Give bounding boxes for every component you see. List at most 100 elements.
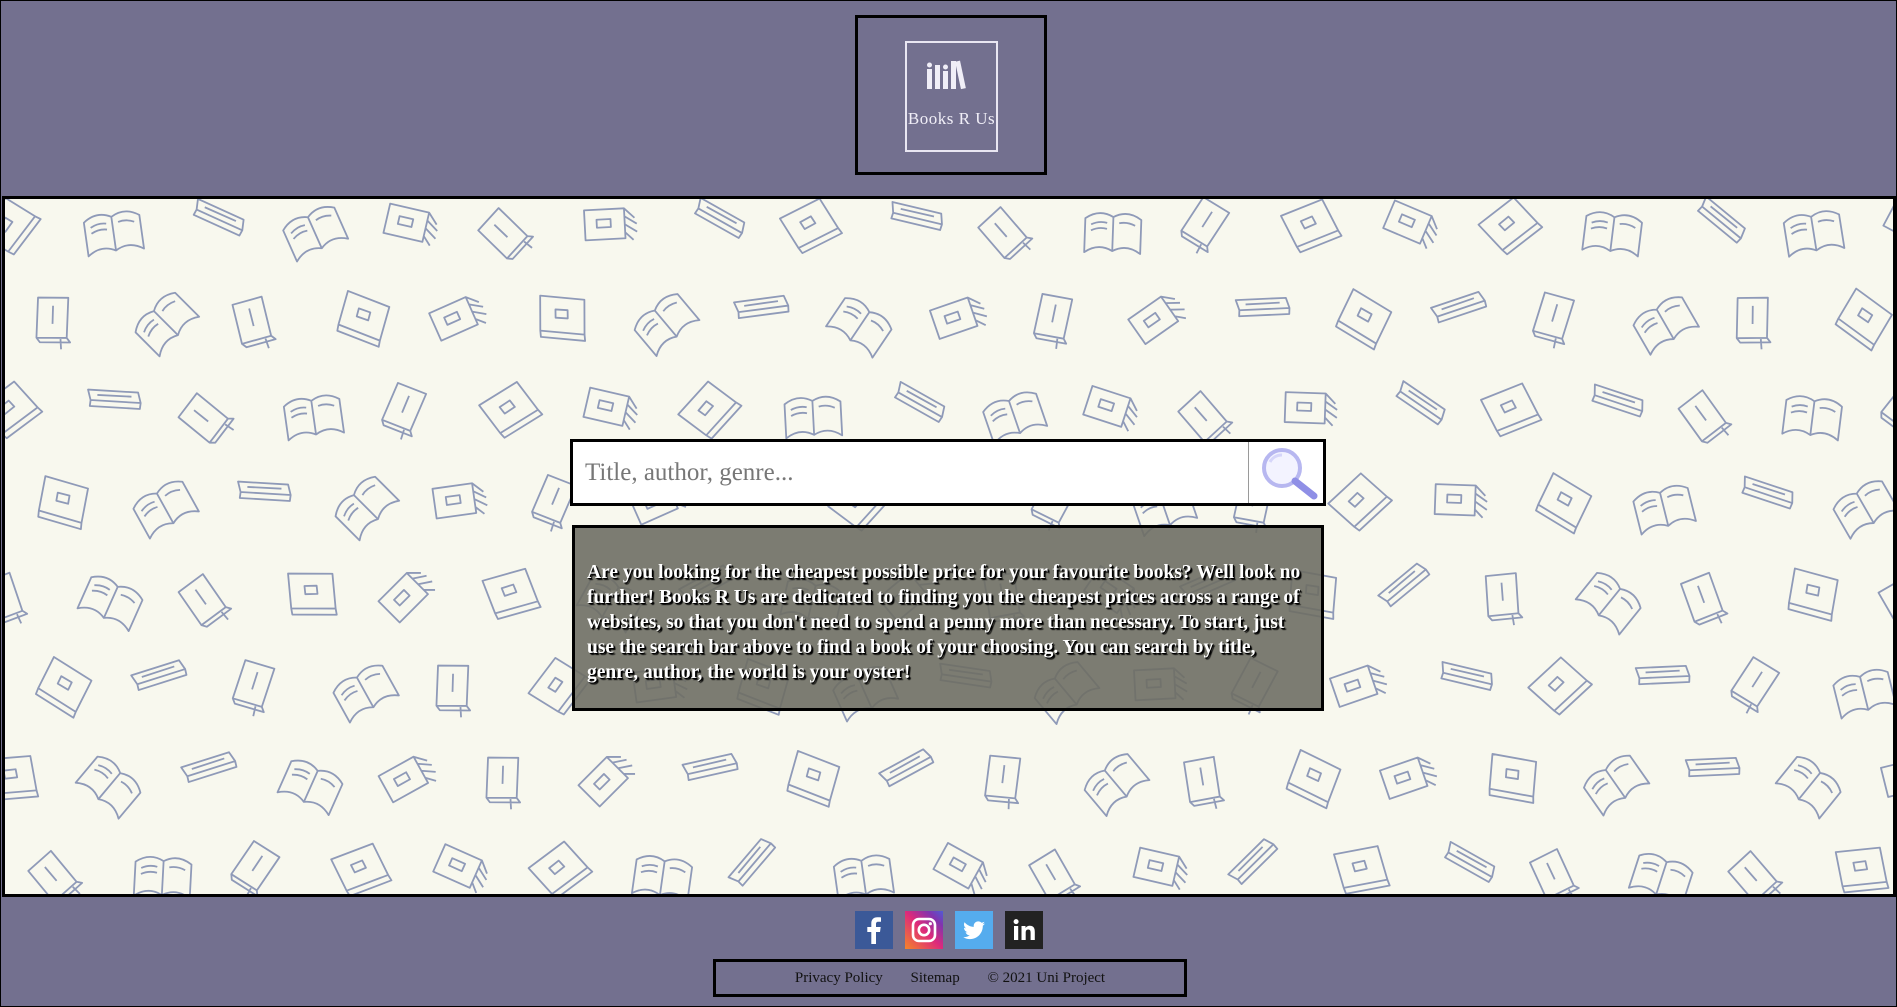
book-doodle [1377,562,1431,608]
book-doodle [677,380,743,440]
book-doodle [1735,296,1772,350]
book-doodle [35,296,71,350]
book-doodle [1832,480,1893,540]
book-doodle [1741,475,1794,510]
book-doodle [377,755,437,804]
book-doodle [681,752,739,782]
book-doodle [485,756,521,810]
book-doodle [1285,748,1342,810]
book-doodle [894,380,946,423]
book-doodle [82,210,145,258]
book-doodle [1632,484,1697,536]
book-doodle [1280,199,1343,254]
book-doodle [1329,664,1388,708]
book-doodle [431,482,488,520]
book-doodle [1632,296,1700,356]
book-doodle [779,199,843,255]
book-doodle [1440,661,1493,691]
book-doodle [1484,572,1524,626]
book-doodle [282,394,345,442]
book-doodle [134,291,201,358]
book-doodle [27,849,84,894]
book-doodle [1333,845,1391,894]
book-doodle [932,842,988,894]
sitemap-link[interactable]: Sitemap [911,970,960,986]
book-doodle [1677,389,1733,444]
magnifier-icon [1262,448,1318,500]
book-doodle [1583,754,1651,817]
book-doodle [1183,755,1225,809]
book-doodle [832,854,895,894]
book-doodle [1234,296,1291,318]
book-doodle [336,290,391,348]
linkedin-link[interactable] [1005,911,1043,949]
search-bar [570,439,1326,506]
book-doodle [192,199,245,237]
book-doodle [1574,571,1642,636]
book-doodle [1433,483,1488,519]
book-doodle [1882,199,1893,251]
book-doodle [1430,291,1488,324]
book-doodle [177,573,233,628]
book-doodle [1535,472,1593,535]
privacy-policy-link[interactable]: Privacy Policy [795,970,883,986]
book-doodle [1730,656,1781,714]
book-doodle [1444,840,1496,883]
book-doodle [890,201,943,231]
book-doodle [582,386,638,431]
book-doodle [477,207,534,260]
book-doodle [34,656,93,719]
book-doodle [1527,656,1593,716]
book-doodle [1727,850,1784,894]
book-doodle [577,756,636,808]
book-doodle [1477,199,1544,256]
book-doodle [1327,472,1393,532]
book-doodle [382,202,438,247]
book-doodle [1581,211,1643,258]
book-doodle [1395,380,1446,426]
search-button[interactable] [1248,442,1323,503]
book-doodle [177,392,235,444]
header: Books R Us [1,1,1896,196]
book-doodle [332,664,400,724]
book-doodle [330,842,393,894]
intro-box: Are you looking for the cheapest possibl… [572,525,1324,711]
book-doodle [287,572,338,616]
book-doodle [1787,567,1839,622]
book-doodle [1832,668,1893,720]
book-doodle [1834,846,1890,894]
book-doodle [1180,199,1231,254]
book-doodle [231,659,276,717]
book-doodle [1132,846,1188,891]
footer-links: Privacy Policy Sitemap © 2021 Uni Projec… [713,959,1187,997]
logo-frame[interactable]: Books R Us [855,15,1047,175]
book-doodle [74,755,142,820]
book-doodle [5,571,29,626]
linkedin-icon [1013,919,1035,940]
page: Books R Us Are you looking for the cheap… [0,0,1897,1007]
book-doodle [1532,291,1575,349]
facebook-link[interactable] [855,911,893,949]
twitter-link[interactable] [955,911,993,949]
search-input[interactable] [573,442,1248,503]
book-doodle [1283,391,1338,427]
book-doodle [1529,848,1580,894]
footer: Privacy Policy Sitemap © 2021 Uni Projec… [1,897,1896,1006]
book-doodle [783,395,844,440]
logo-text: Books R Us [907,109,996,128]
book-doodle [5,755,40,802]
book-doodle [132,480,200,540]
book-doodle [929,296,988,340]
instagram-link[interactable] [905,911,943,949]
book-doodle [377,572,436,624]
book-doodle [1083,212,1143,255]
book-doodle [1781,395,1843,442]
book-doodle [1591,383,1644,418]
book-doodle [432,843,488,894]
book-doodle [1335,288,1393,351]
book-doodle [230,840,281,894]
logo: Books R Us [905,41,998,152]
books-logo-icon [927,60,966,90]
book-doodle [1379,756,1438,800]
book-doodle [1227,838,1279,885]
